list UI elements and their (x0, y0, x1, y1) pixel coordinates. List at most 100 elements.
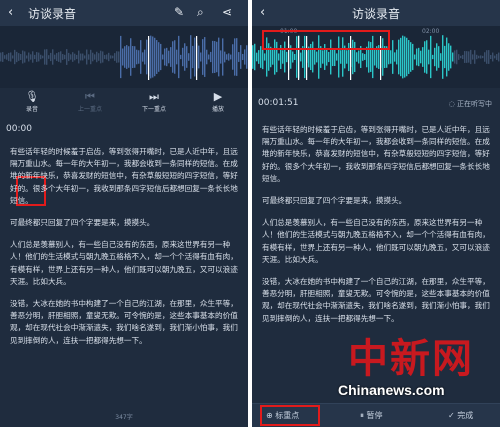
record-button[interactable]: 🎙 录音 (12, 90, 52, 113)
wave-bar (210, 51, 212, 63)
key-point-marker[interactable] (196, 36, 198, 80)
wave-bar (410, 42, 412, 72)
wave-bar (214, 41, 216, 73)
wave-bar (70, 54, 72, 60)
wave-bar (492, 52, 494, 62)
microphone-icon: 🎙 (25, 90, 39, 103)
wave-bar (174, 40, 176, 74)
wave-bar (28, 52, 30, 62)
right-transcript[interactable]: 有些话年轻的时候羞于启齿，等到张得开嘴时，已是人近中年，且远隔万重山水。每一年的… (262, 124, 492, 335)
wave-bar (62, 54, 64, 60)
wave-bar (100, 50, 102, 64)
wave-bar (442, 35, 444, 79)
wave-bar (176, 49, 178, 65)
wave-bar (278, 53, 280, 61)
search-icon[interactable]: ⌕ (197, 5, 204, 20)
wave-bar (18, 53, 20, 61)
wave-bar (162, 54, 164, 60)
wave-bar (468, 51, 470, 63)
wave-bar (390, 50, 392, 64)
wave-bar (114, 53, 116, 61)
wave-bar (168, 50, 170, 64)
share-icon[interactable]: ⋖ (222, 5, 232, 19)
wave-bar (446, 37, 448, 77)
paragraph-2: 可最终都只回复了四个字要是来，摸摸头。 (262, 196, 407, 206)
back-arrow-icon[interactable]: ‹ (8, 5, 13, 20)
wave-bar (194, 37, 196, 77)
wave-bar (252, 45, 254, 69)
wave-bar (496, 54, 498, 60)
wave-bar (50, 52, 52, 62)
wave-bar (282, 50, 284, 64)
wave-bar (256, 52, 258, 62)
wave-bar (464, 51, 466, 63)
tick-label: 02:00 (422, 28, 440, 35)
wave-bar (30, 54, 32, 60)
done-button[interactable]: ✓ 完成 (448, 410, 473, 421)
wave-bar (66, 49, 68, 65)
left-transcript[interactable]: 有些话年轻的时候羞于启齿，等到张得开嘴时，已是人近中年，且远隔万重山水。每一年的… (10, 146, 240, 357)
wave-bar (272, 49, 274, 65)
next-mark-button[interactable]: ⏭ 下一重点 (134, 90, 174, 113)
wave-bar (294, 53, 296, 61)
edit-icon[interactable]: ✎ (174, 5, 184, 19)
right-page-title: 访谈录音 (352, 7, 401, 21)
right-time-readout: 00:01:51 (258, 98, 299, 108)
wave-bar (356, 52, 358, 62)
wave-bar (130, 38, 132, 76)
wave-bar (478, 55, 480, 59)
wave-bar (232, 44, 234, 70)
wave-bar (84, 55, 86, 59)
wave-bar (72, 52, 74, 62)
wave-bar (190, 35, 192, 79)
wave-bar (426, 40, 428, 74)
wave-bar (40, 54, 42, 60)
wave-bar (452, 52, 454, 62)
wave-bar (430, 35, 432, 79)
wave-bar (64, 54, 66, 60)
paragraph-4: 没错，大冰在她的书中构建了一个自己的江湖，在那里，众生平等，善恶分明，肝胆相照，… (10, 299, 238, 345)
wave-bar (414, 54, 416, 60)
left-page-title: 访谈录音 (28, 7, 77, 21)
wave-bar (54, 54, 56, 60)
wave-bar (436, 43, 438, 71)
play-button[interactable]: ▶ 播放 (198, 90, 238, 113)
wave-bar (140, 40, 142, 74)
wave-bar (466, 51, 468, 63)
wave-bar (216, 41, 218, 73)
key-point-marker[interactable] (148, 36, 150, 80)
wave-bar (138, 50, 140, 64)
wave-bar (264, 53, 266, 61)
wave-bar (36, 52, 38, 62)
wave-bar (470, 49, 472, 65)
wave-bar (440, 53, 442, 61)
left-time-readout: 00:00 (6, 124, 32, 134)
wave-bar (80, 53, 82, 61)
prev-mark-button[interactable]: ⏮ 上一重点 (70, 90, 110, 113)
wave-bar (236, 38, 238, 76)
wave-bar (42, 55, 44, 59)
wave-bar (460, 55, 462, 59)
back-arrow-icon[interactable]: ‹ (260, 5, 265, 20)
paragraph-1: 有些话年轻的时候羞于启齿，等到张得开嘴时，已是人近中年，且远隔万重山水。每一年的… (10, 147, 238, 205)
left-waveform (0, 26, 248, 88)
wave-bar (300, 52, 302, 62)
wave-bar (428, 49, 430, 65)
wave-bar (220, 50, 222, 64)
wave-bar (170, 47, 172, 67)
wave-bar (126, 45, 128, 69)
watermark-chinese: 中新网 (348, 335, 474, 382)
wave-bar (160, 43, 162, 71)
wave-bar (456, 49, 458, 65)
left-control-bar: 🎙 录音 ⏮ 上一重点 ⏭ 下一重点 ▶ 播放 (0, 88, 248, 206)
wave-bar (448, 43, 450, 71)
wave-bar (184, 43, 186, 71)
wave-bar (498, 52, 500, 62)
wave-bar (336, 53, 338, 61)
pause-button[interactable]: ⏸ 暂停 (360, 410, 383, 421)
left-top-bar: ‹ 访谈录音 ✎ ⌕ ⋖ (0, 0, 248, 26)
pause-label: 暂停 (366, 411, 383, 420)
wave-bar (472, 54, 474, 60)
wave-bar (340, 50, 342, 64)
wave-bar (228, 53, 230, 61)
